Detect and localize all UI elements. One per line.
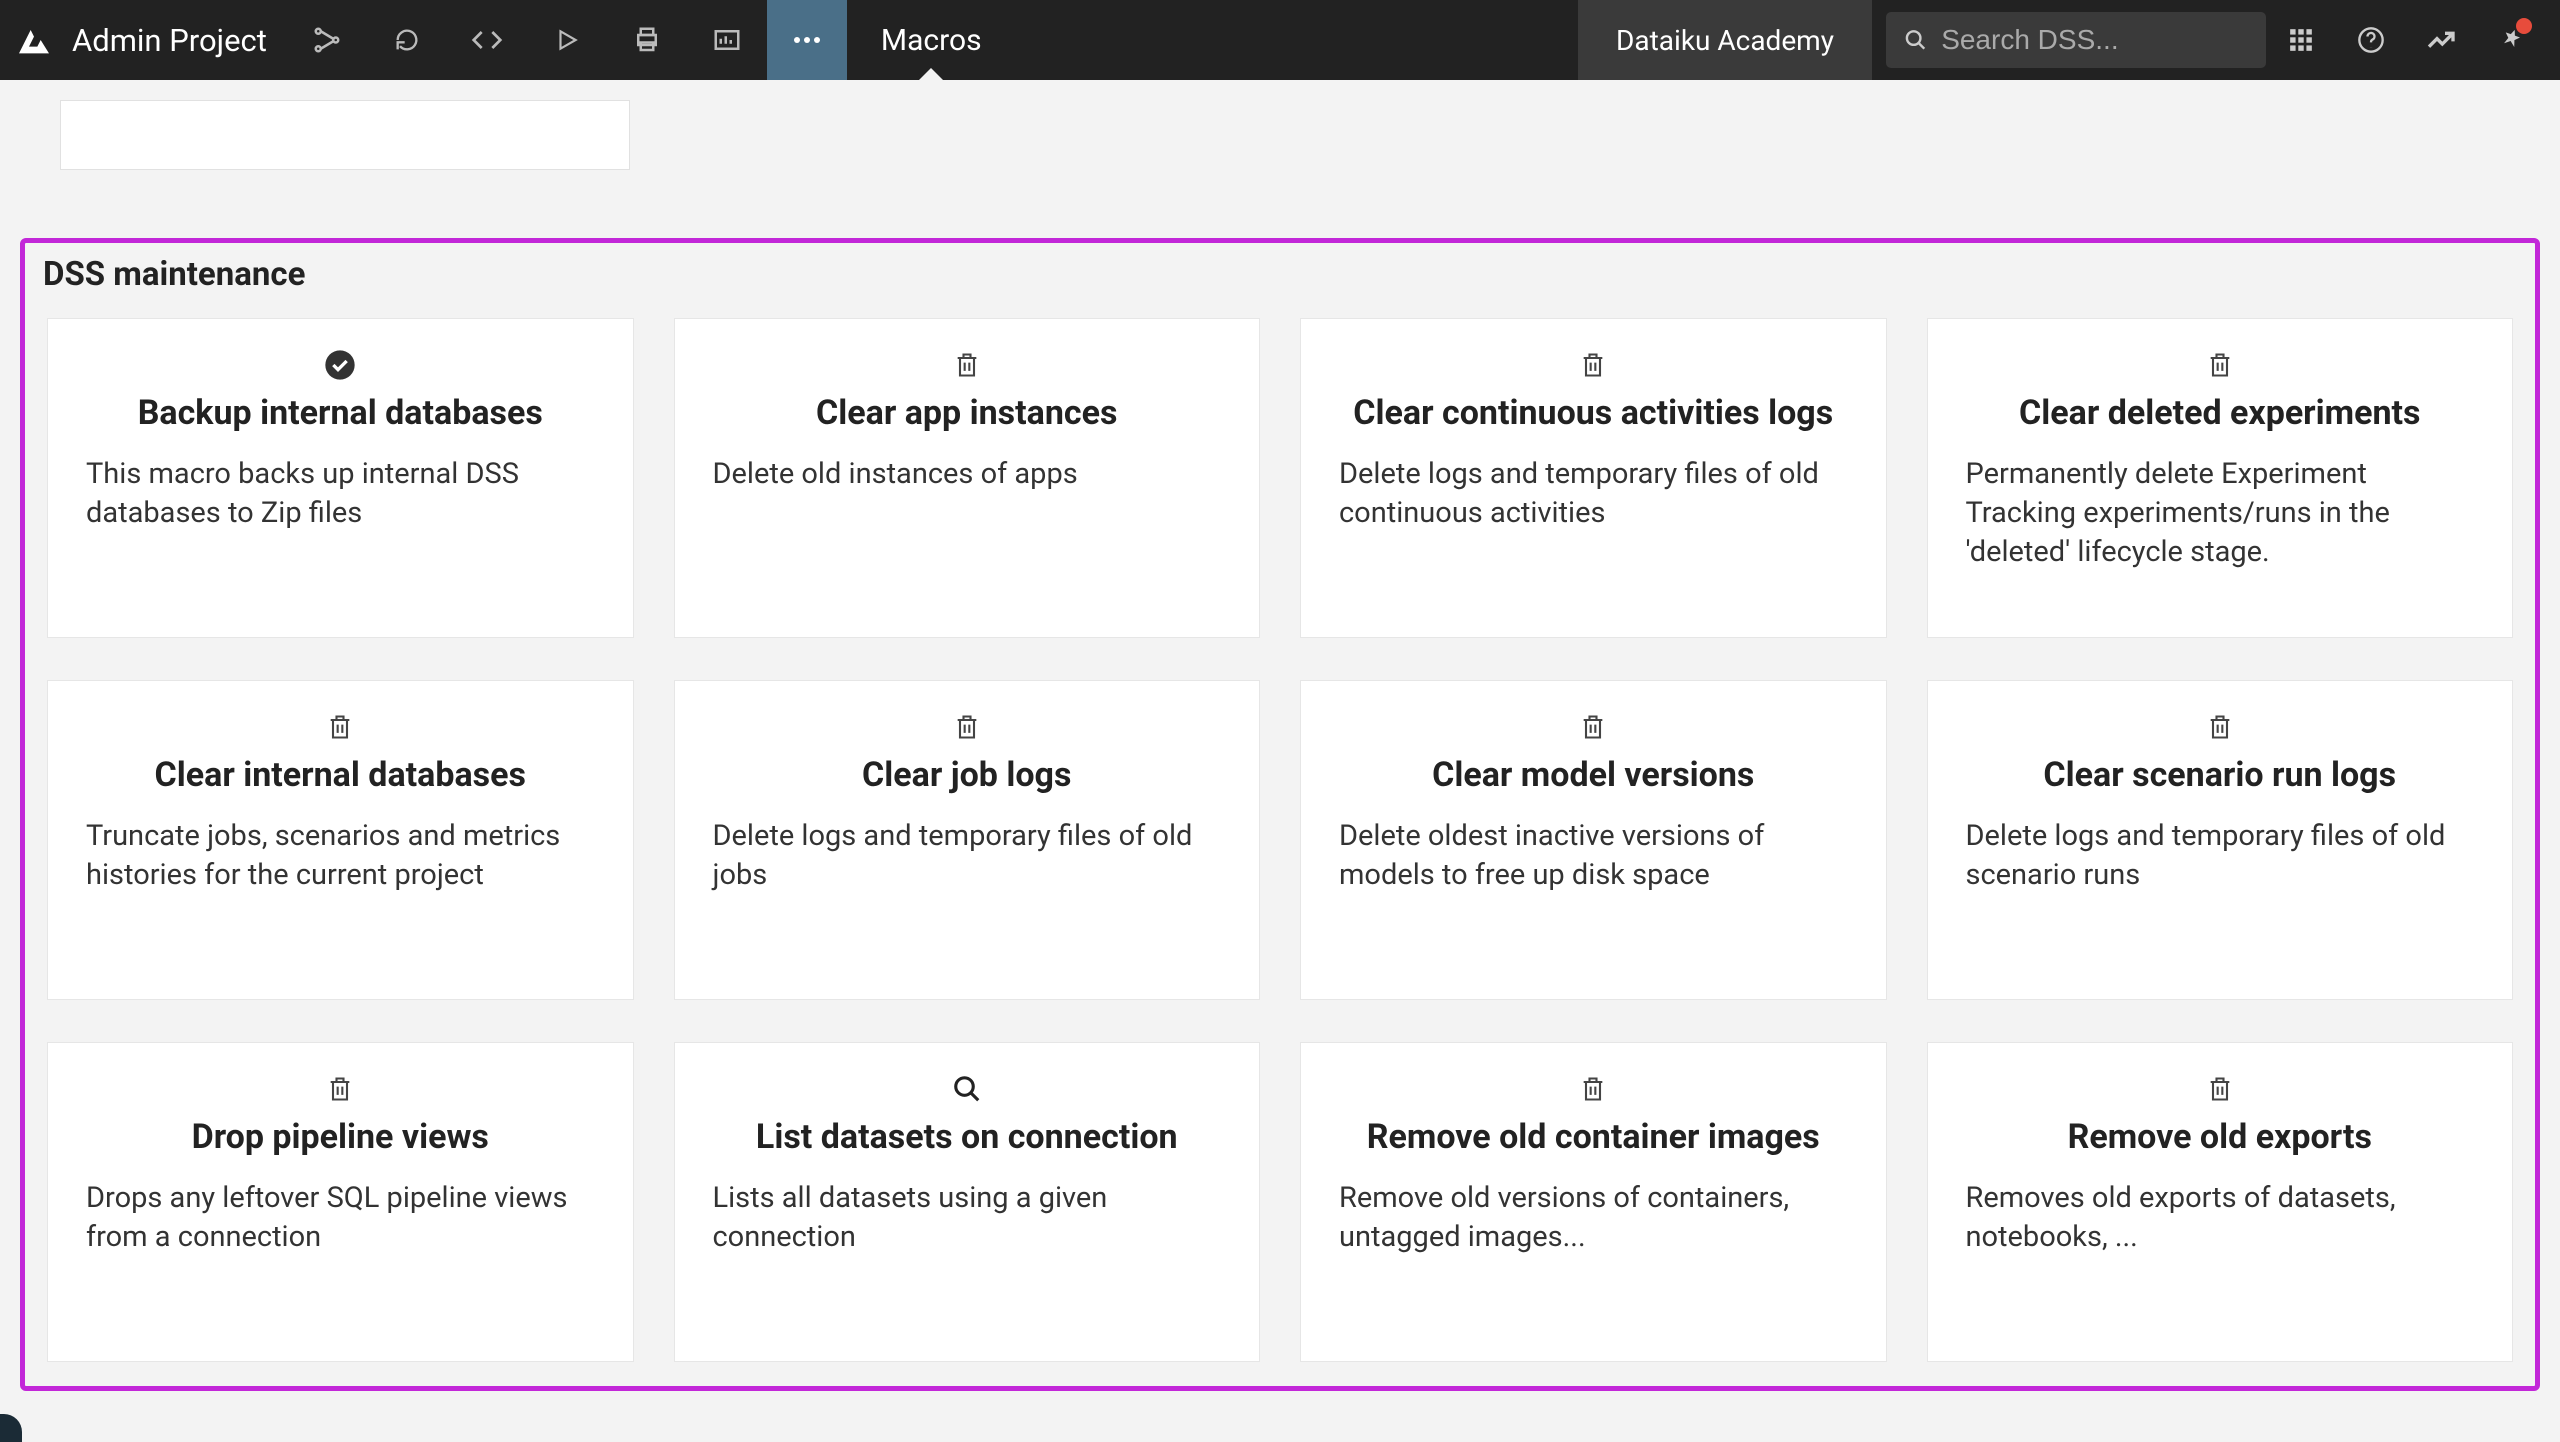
- more-icon[interactable]: [767, 0, 847, 80]
- macro-card-title: Backup internal databases: [138, 393, 543, 433]
- trash-icon: [1579, 1071, 1607, 1107]
- dashboard-icon[interactable]: [687, 0, 767, 80]
- macro-grid: Backup internal databases This macro back…: [43, 312, 2517, 1368]
- search-icon: [1904, 27, 1927, 53]
- search-input[interactable]: [1941, 24, 2248, 56]
- corner-decoration: [0, 1414, 22, 1442]
- macro-card-desc: Truncate jobs, scenarios and metrics his…: [86, 817, 595, 895]
- flow-icon[interactable]: [287, 0, 367, 80]
- notification-dot: [2516, 18, 2532, 34]
- macro-card-desc: Removes old exports of datasets, noteboo…: [1966, 1179, 2475, 1257]
- code-icon[interactable]: [447, 0, 527, 80]
- academy-button[interactable]: Dataiku Academy: [1578, 0, 1872, 80]
- check-circle-icon: [324, 347, 356, 383]
- macro-card-desc: Delete logs and temporary files of old c…: [1339, 455, 1848, 533]
- project-name[interactable]: Admin Project: [72, 22, 267, 59]
- macro-card-desc: Remove old versions of containers, untag…: [1339, 1179, 1848, 1257]
- macro-card[interactable]: Clear deleted experiments Permanently del…: [1927, 318, 2514, 638]
- tab-macros[interactable]: Macros: [847, 0, 1016, 80]
- topbar: Admin Project Macros Dataiku Academy: [0, 0, 2560, 80]
- macro-card-desc: Delete old instances of apps: [713, 455, 1222, 494]
- macro-card-title: Clear model versions: [1432, 755, 1754, 795]
- macro-card[interactable]: List datasets on connection Lists all dat…: [674, 1042, 1261, 1362]
- macro-card-title: Clear continuous activities logs: [1353, 393, 1833, 433]
- trash-icon: [1579, 709, 1607, 745]
- macro-card-desc: This macro backs up internal DSS databas…: [86, 455, 595, 533]
- macro-card-desc: Permanently delete Experiment Tracking e…: [1966, 455, 2475, 572]
- macro-card[interactable]: Clear internal databases Truncate jobs, s…: [47, 680, 634, 1000]
- search-icon: [952, 1071, 982, 1107]
- activity-icon[interactable]: [2406, 0, 2476, 80]
- trash-icon: [2206, 1071, 2234, 1107]
- macro-card[interactable]: Clear app instances Delete old instances …: [674, 318, 1261, 638]
- macro-card[interactable]: Remove old exports Removes old exports of…: [1927, 1042, 2514, 1362]
- macro-card-title: List datasets on connection: [756, 1117, 1178, 1157]
- apps-icon[interactable]: [2266, 0, 2336, 80]
- macro-card-title: Remove old exports: [2068, 1117, 2372, 1157]
- trash-icon: [953, 347, 981, 383]
- app-logo[interactable]: [14, 20, 54, 60]
- print-icon[interactable]: [607, 0, 687, 80]
- empty-card[interactable]: [60, 100, 630, 170]
- macro-card-title: Clear app instances: [816, 393, 1117, 433]
- content: DSS maintenance Backup internal database…: [0, 80, 2560, 1411]
- play-icon[interactable]: [527, 0, 607, 80]
- macro-card-desc: Drops any leftover SQL pipeline views fr…: [86, 1179, 595, 1257]
- section-title: DSS maintenance: [43, 255, 2517, 294]
- macro-card-title: Clear scenario run logs: [2043, 755, 2396, 795]
- trash-icon: [2206, 347, 2234, 383]
- macro-card-title: Clear job logs: [862, 755, 1071, 795]
- notifications-icon[interactable]: [2476, 0, 2546, 80]
- macro-card-title: Remove old container images: [1367, 1117, 1820, 1157]
- trash-icon: [953, 709, 981, 745]
- macro-card-desc: Delete oldest inactive versions of model…: [1339, 817, 1848, 895]
- dss-maintenance-section: DSS maintenance Backup internal database…: [20, 238, 2540, 1391]
- trash-icon: [326, 1071, 354, 1107]
- trash-icon: [2206, 709, 2234, 745]
- refresh-icon[interactable]: [367, 0, 447, 80]
- trash-icon: [1579, 347, 1607, 383]
- macro-card-title: Clear deleted experiments: [2019, 393, 2420, 433]
- macro-card-title: Clear internal databases: [155, 755, 526, 795]
- macro-card[interactable]: Clear continuous activities logs Delete l…: [1300, 318, 1887, 638]
- macro-card-desc: Delete logs and temporary files of old s…: [1966, 817, 2475, 895]
- macro-card[interactable]: Clear scenario run logs Delete logs and t…: [1927, 680, 2514, 1000]
- macro-card[interactable]: Backup internal databases This macro back…: [47, 318, 634, 638]
- macro-card-desc: Delete logs and temporary files of old j…: [713, 817, 1222, 895]
- help-icon[interactable]: [2336, 0, 2406, 80]
- macro-card[interactable]: Drop pipeline views Drops any leftover SQ…: [47, 1042, 634, 1362]
- trash-icon: [326, 709, 354, 745]
- macro-card-title: Drop pipeline views: [192, 1117, 489, 1157]
- macro-card[interactable]: Clear model versions Delete oldest inacti…: [1300, 680, 1887, 1000]
- macro-card[interactable]: Clear job logs Delete logs and temporary …: [674, 680, 1261, 1000]
- search-wrap[interactable]: [1886, 12, 2266, 68]
- macro-card[interactable]: Remove old container images Remove old ve…: [1300, 1042, 1887, 1362]
- macro-card-desc: Lists all datasets using a given connect…: [713, 1179, 1222, 1257]
